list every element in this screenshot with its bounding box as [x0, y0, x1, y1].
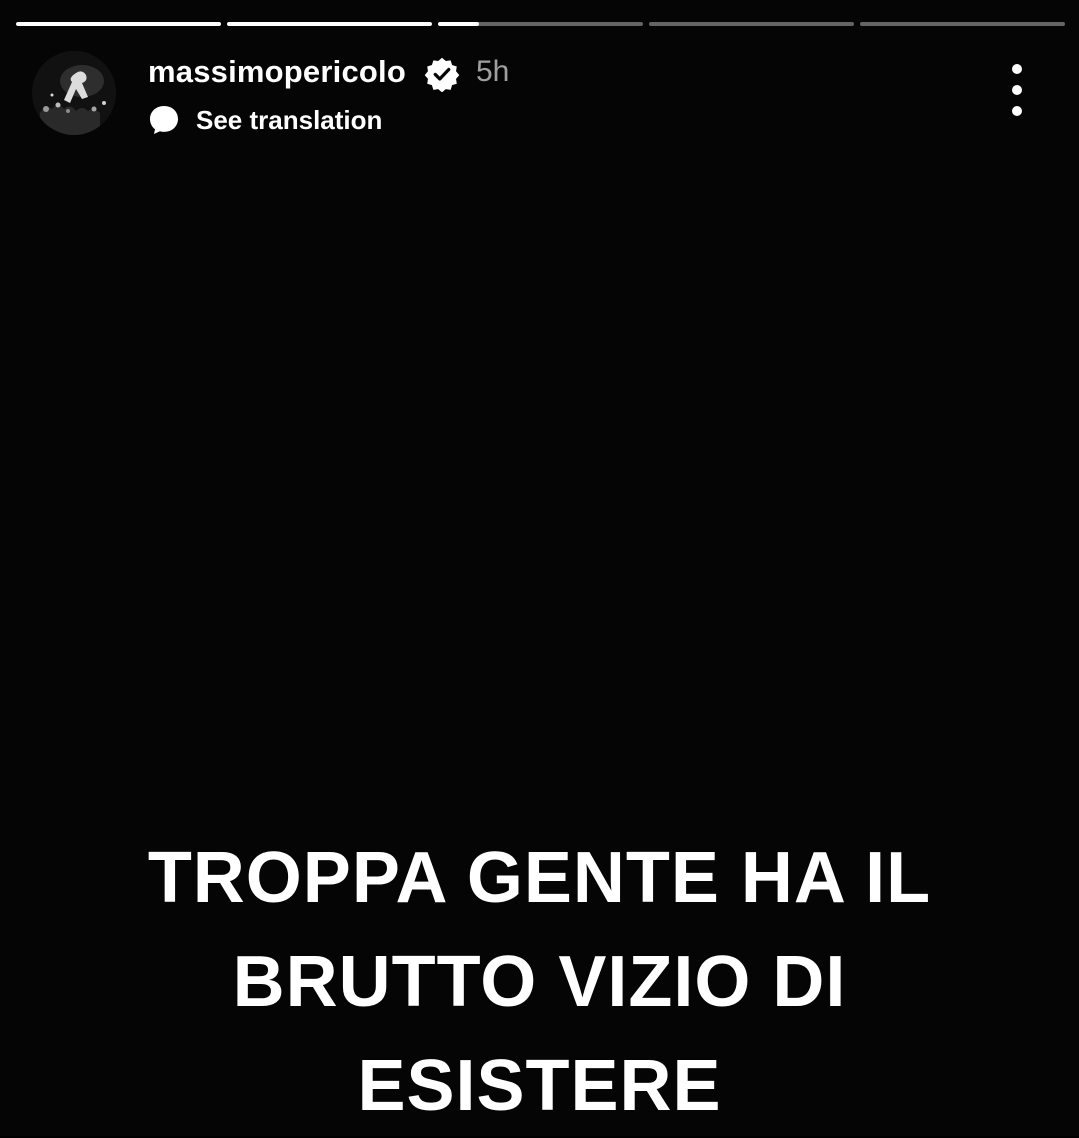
progress-fill: [438, 22, 479, 26]
caption-line: ESISTERE: [357, 1046, 722, 1126]
story-progress: [16, 22, 1065, 26]
see-translation-label: See translation: [196, 105, 383, 135]
progress-fill: [16, 22, 221, 26]
username[interactable]: massimopericolo: [148, 52, 406, 92]
story-caption: TROPPA GENTE HA IL BRUTTO VIZIO DI ESIST…: [40, 826, 1039, 1138]
more-vertical-icon: [1012, 64, 1022, 74]
progress-segment: [438, 22, 643, 26]
more-vertical-icon: [1012, 85, 1022, 95]
caption-line: BRUTTO VIZIO DI: [232, 942, 847, 1022]
progress-segment: [16, 22, 221, 26]
progress-fill: [227, 22, 432, 26]
caption-line: TROPPA GENTE HA IL: [147, 838, 932, 918]
progress-segment: [860, 22, 1065, 26]
more-options-button[interactable]: [996, 64, 1038, 116]
story-viewer[interactable]: massimopericolo 5h See translation TROPP…: [0, 0, 1079, 1136]
more-vertical-icon: [1012, 106, 1022, 116]
see-translation-button[interactable]: See translation: [148, 100, 382, 140]
avatar[interactable]: [32, 51, 116, 135]
speech-bubble-icon: [150, 106, 178, 134]
verified-badge-icon: [424, 57, 460, 92]
progress-segment: [227, 22, 432, 26]
post-time: 5h: [476, 55, 510, 88]
progress-segment: [649, 22, 854, 26]
